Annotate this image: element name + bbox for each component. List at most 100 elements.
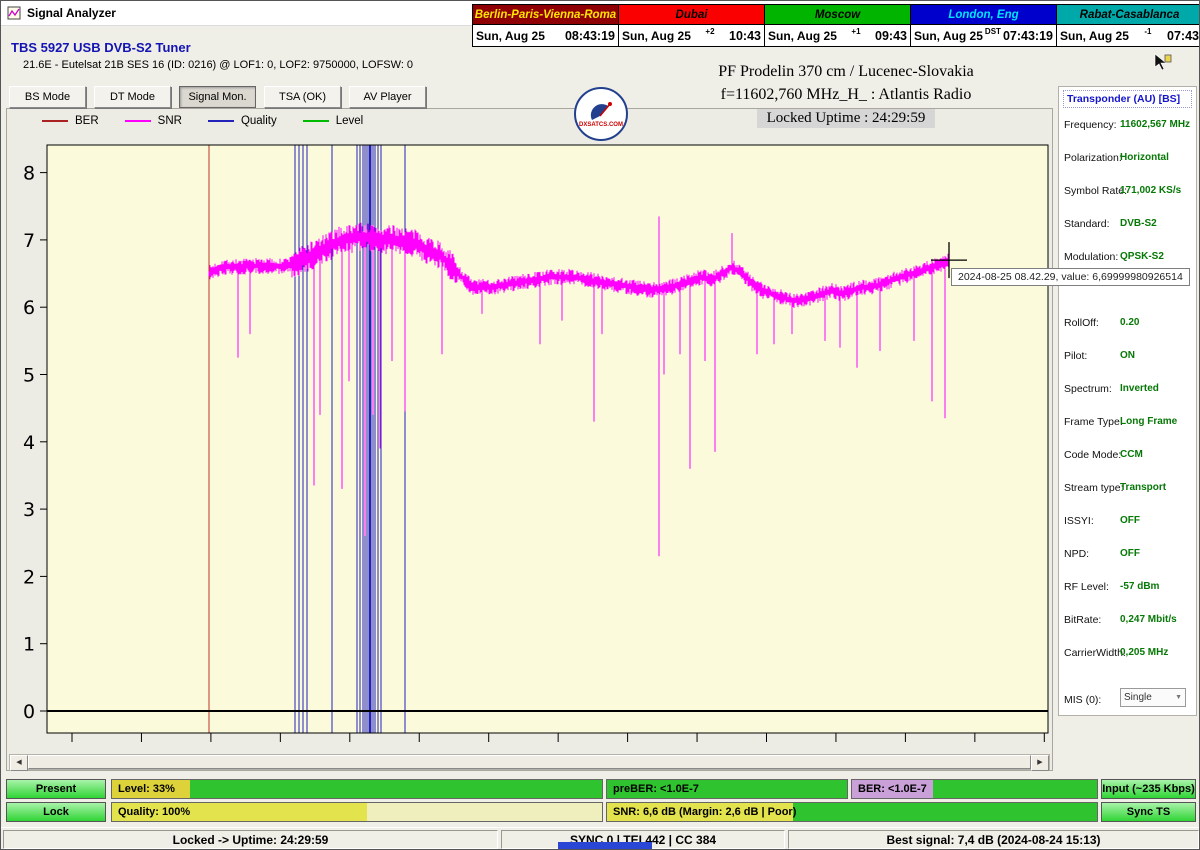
signal-analyzer-window: Signal Analyzer Berlin-Paris-Vienna-Roma… — [0, 0, 1200, 850]
clock-time-value: 10:43 — [729, 29, 761, 43]
transponder-row-standard: Standard:DVB-S2 — [1059, 209, 1196, 242]
mis-row: MIS (0): Single ▼ — [1059, 685, 1196, 715]
clock-date: Sun, Aug 25 — [914, 29, 983, 43]
svg-text:7: 7 — [23, 230, 35, 252]
field-value: OFF — [1120, 515, 1140, 526]
svg-text:2: 2 — [23, 566, 35, 588]
busy-cursor-icon — [1153, 53, 1173, 73]
clock-utc-offset: DST — [985, 27, 1001, 36]
statusbar-best-signal: Best signal: 7,4 dB (2024-08-24 15:13) — [788, 830, 1199, 849]
field-value: 0.20 — [1120, 317, 1139, 328]
clock-utc-offset: -1 — [1144, 27, 1151, 36]
mis-select[interactable]: Single ▼ — [1120, 688, 1186, 707]
field-label: Pilot: — [1064, 350, 1087, 362]
clock-date: Sun, Aug 25 — [476, 29, 545, 43]
field-label: Stream type: — [1064, 482, 1124, 494]
transponder-row-pilot: Pilot: ON — [1059, 341, 1196, 374]
clock-moscow: MoscowSun, Aug 25+109:43 — [764, 4, 911, 47]
svg-text:8: 8 — [23, 163, 35, 185]
clock-time-value: 09:43 — [875, 29, 907, 43]
field-value: 0,247 Mbit/s — [1120, 614, 1177, 625]
bar-segment — [190, 780, 602, 798]
clock-utc-offset: +2 — [705, 27, 714, 36]
svg-text:3: 3 — [23, 499, 35, 521]
field-value: QPSK-S2 — [1120, 251, 1164, 262]
transponder-row-frame-type: Frame Type:Long Frame — [1059, 407, 1196, 440]
field-value: 0,205 MHz — [1120, 647, 1168, 658]
transponder-row-npd: NPD: OFF — [1059, 539, 1196, 572]
signal-chart[interactable]: 012345678 — [7, 109, 1052, 770]
chart-tooltip: 2024-08-25 08.42.29, value: 6,6999998092… — [951, 268, 1190, 286]
transponder-row-rolloff: RollOff: 0.20 — [1059, 308, 1196, 341]
tab-tsa-ok[interactable]: TSA (OK) — [264, 86, 341, 108]
status-bar-quality: Quality: 100% — [111, 802, 603, 822]
transponder-row-symbol-rate: Symbol Rate:171,002 KS/s — [1059, 176, 1196, 209]
svg-text:1: 1 — [23, 634, 35, 656]
transponder-row-rf-level: RF Level:-57 dBm — [1059, 572, 1196, 605]
satellite-info: 21.6E - Eutelsat 21B SES 16 (ID: 0216) @… — [23, 59, 413, 71]
clock-time-value: 08:43:19 — [565, 29, 615, 43]
bar-text: SNR: 6,6 dB (Margin: 2,6 dB | Poor) — [613, 803, 796, 821]
clock-utc-offset: +1 — [851, 27, 860, 36]
signal-chart-panel: BERSNRQualityLevel 012345678 ◀ ▶ — [6, 108, 1053, 771]
scrollbar-thumb[interactable] — [28, 755, 1031, 769]
tab-dt-mode[interactable]: DT Mode — [94, 86, 171, 108]
field-value: OFF — [1120, 548, 1140, 559]
status-bar-level: Level: 33% — [111, 779, 603, 799]
mis-selected-value: Single — [1124, 692, 1152, 703]
bar-text: BER: <1.0E-7 — [858, 780, 927, 798]
field-label: Spectrum: — [1064, 383, 1112, 395]
field-value: 171,002 KS/s — [1120, 185, 1181, 196]
tab-signal-mon[interactable]: Signal Mon. — [179, 86, 256, 108]
field-value: -57 dBm — [1120, 581, 1159, 592]
transponder-row-spectrum: Spectrum: Inverted — [1059, 374, 1196, 407]
field-value: Inverted — [1120, 383, 1159, 394]
status-row-1: PresentLevel: 33%preBER: <1.0E-7BER: <1.… — [1, 779, 1200, 799]
transponder-title: Transponder (AU) [BS] — [1063, 90, 1192, 108]
logo-text: DXSATCS.COM — [579, 122, 623, 128]
bar-segment — [793, 803, 1097, 821]
transponder-row-carrierwidth: CarrierWidth:0,205 MHz — [1059, 638, 1196, 671]
transponder-row-stream-type: Stream type:Transport — [1059, 473, 1196, 506]
app-icon — [7, 6, 21, 20]
clock-datetime: Sun, Aug 25 +1 09:43 — [765, 24, 910, 46]
scroll-right-icon[interactable]: ▶ — [1031, 755, 1049, 771]
bar-segment — [933, 780, 1097, 798]
window-title: Signal Analyzer — [27, 6, 116, 20]
clock-datetime: Sun, Aug 25 08:43:19 — [473, 24, 618, 46]
tuner-name: TBS 5927 USB DVB-S2 Tuner — [11, 40, 191, 55]
svg-text:5: 5 — [23, 365, 35, 387]
clock-dubai: DubaiSun, Aug 25+210:43 — [618, 4, 765, 47]
clock-datetime: Sun, Aug 25+210:43 — [619, 24, 764, 46]
clock-time-value: 07:43 — [1167, 29, 1199, 43]
field-label: CarrierWidth: — [1064, 647, 1126, 659]
scroll-left-icon[interactable]: ◀ — [10, 755, 28, 771]
clock-datetime: Sun, Aug 25-107:43 — [1057, 24, 1200, 46]
status-row-2: LockQuality: 100%SNR: 6,6 dB (Margin: 2,… — [1, 802, 1200, 822]
tab-bs-mode[interactable]: BS Mode — [9, 86, 86, 108]
clock-london-eng: London, EngSun, Aug 25DST07:43:19 — [910, 4, 1057, 47]
tab-av-player[interactable]: AV Player — [349, 86, 426, 108]
field-label: RollOff: — [1064, 317, 1099, 329]
status-lamp-input-235-kbps: Input (~235 Kbps) — [1101, 779, 1196, 799]
field-label: Frame Type: — [1064, 416, 1123, 428]
mode-tabs: BS Mode DT Mode Signal Mon. TSA (OK) AV Play… — [9, 86, 426, 108]
svg-text:0: 0 — [23, 701, 35, 723]
statusbar-lock-uptime: Locked -> Uptime: 24:29:59 — [3, 830, 498, 849]
field-value: ON — [1120, 350, 1135, 361]
clock-date: Sun, Aug 25 — [768, 29, 837, 43]
field-value: DVB-S2 — [1120, 218, 1157, 229]
field-label: NPD: — [1064, 548, 1089, 560]
clock-time-value: 07:43:19 — [1003, 29, 1053, 43]
header-block: PF Prodelin 370 cm / Lucenec-Slovakia f=… — [636, 63, 1056, 128]
uptime-info: Locked Uptime : 24:29:59 — [757, 109, 936, 128]
bar-text: Level: 33% — [118, 780, 175, 798]
field-label: Code Mode: — [1064, 449, 1121, 461]
dish-info: PF Prodelin 370 cm / Lucenec-Slovakia — [636, 63, 1056, 81]
taskbar-fragment — [558, 842, 652, 850]
status-lamp-sync-ts: Sync TS — [1101, 802, 1196, 822]
status-bar-snr: SNR: 6,6 dB (Margin: 2,6 dB | Poor) — [606, 802, 1098, 822]
field-label: Frequency: — [1064, 119, 1117, 131]
transponder-row-frequency: Frequency:11602,567 MHz — [1059, 110, 1196, 143]
chart-scrollbar[interactable]: ◀ ▶ — [9, 754, 1050, 770]
